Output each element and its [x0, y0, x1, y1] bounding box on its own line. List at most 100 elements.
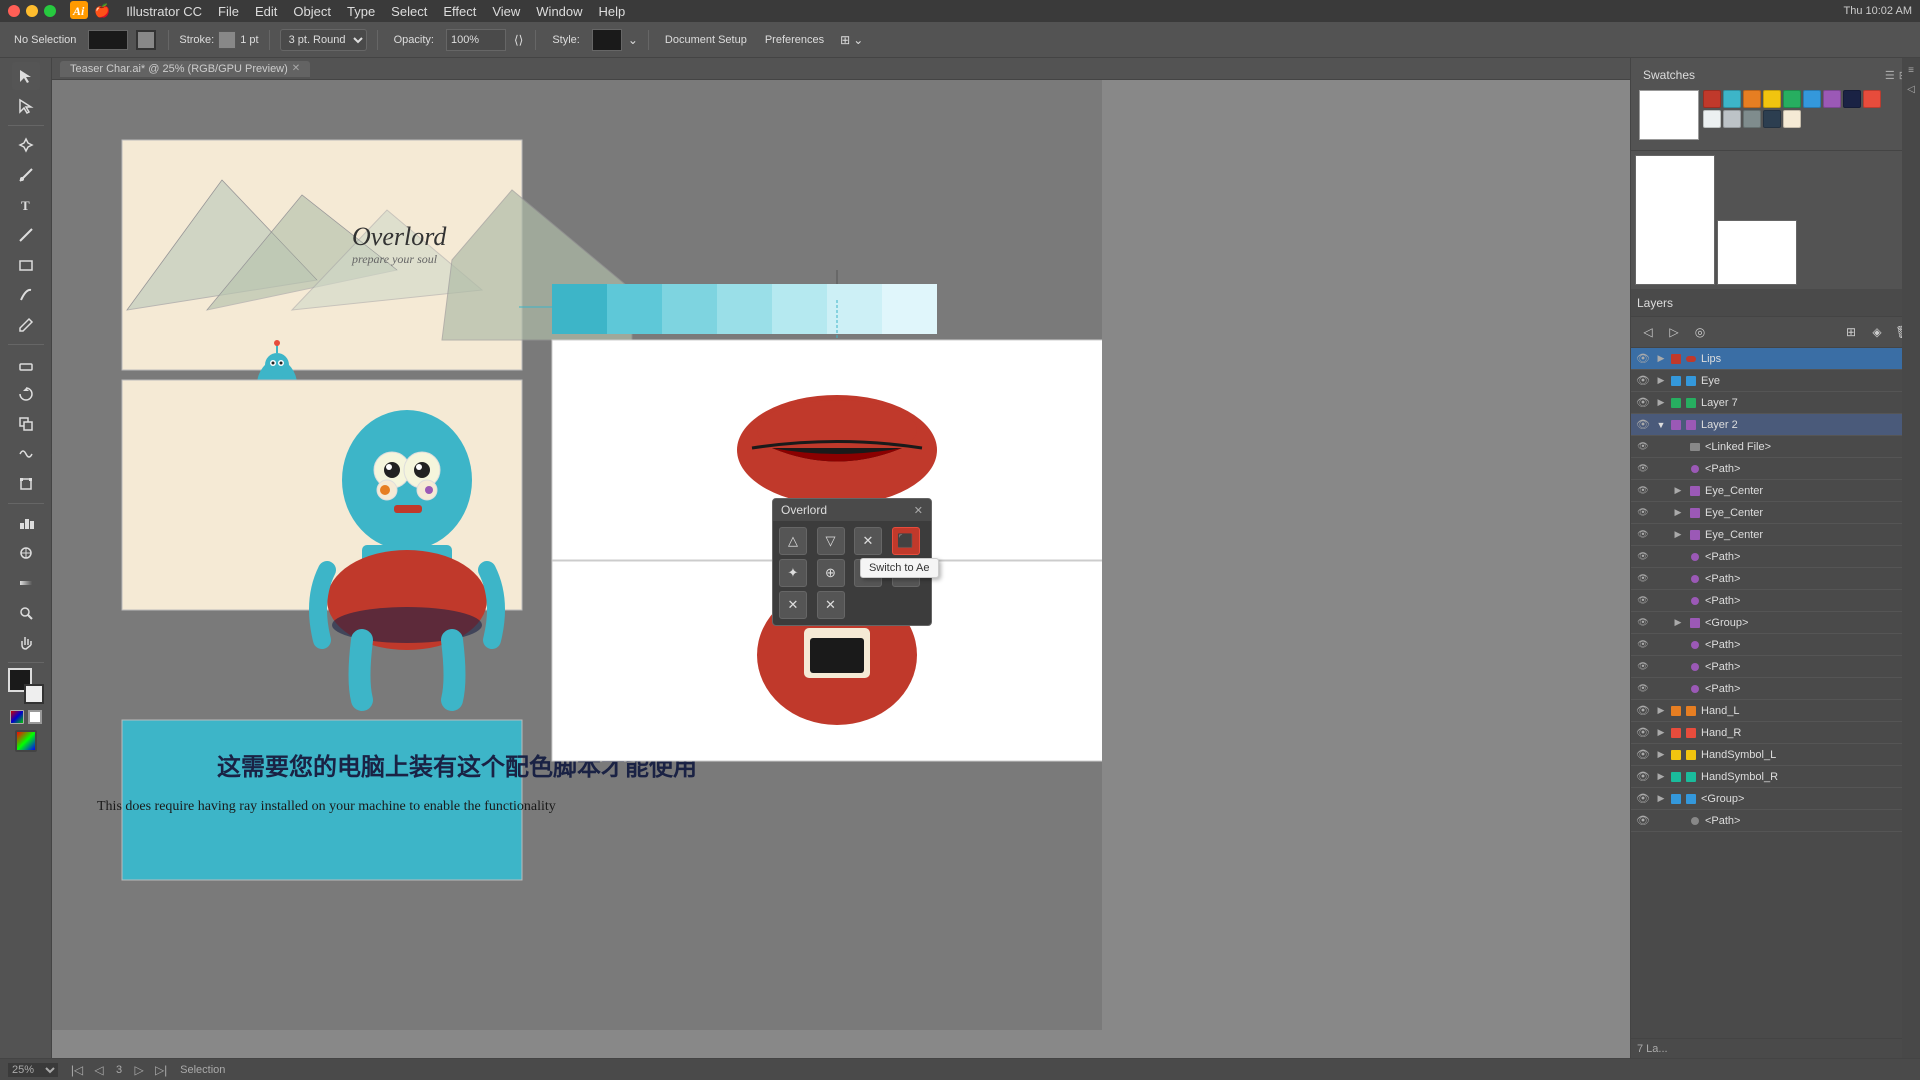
props-tab-1[interactable]: ≡: [1903, 62, 1919, 78]
layer-eye-center1[interactable]: 👁 ▶ Eye_Center: [1631, 480, 1920, 502]
menu-select[interactable]: Select: [391, 4, 427, 19]
style-arrow[interactable]: ⌄: [628, 33, 638, 47]
layer-path7[interactable]: 👁 <Path>: [1631, 678, 1920, 700]
color-mode-btn[interactable]: [10, 710, 24, 724]
layer-path1[interactable]: 👁 <Path>: [1631, 458, 1920, 480]
select-tool[interactable]: [12, 62, 40, 90]
brush-selector[interactable]: 3 pt. Round: [280, 29, 367, 51]
maximize-button[interactable]: [44, 5, 56, 17]
arrange-controls[interactable]: ⊞ ⌄: [840, 33, 863, 47]
eye-path2[interactable]: 👁: [1635, 549, 1651, 565]
layer-handsymbol-r[interactable]: 👁 ▶ HandSymbol_R: [1631, 766, 1920, 788]
swatch-lightred[interactable]: [1863, 90, 1881, 108]
eye-layer2[interactable]: 👁: [1635, 417, 1651, 433]
swatches-title[interactable]: Swatches ☰ ⊞: [1637, 64, 1914, 86]
layers-new-btn[interactable]: ⊞: [1840, 321, 1862, 343]
menu-type[interactable]: Type: [347, 4, 375, 19]
layer-eye-center3[interactable]: 👁 ▶ Eye_Center: [1631, 524, 1920, 546]
layer-path6[interactable]: 👁 <Path>: [1631, 656, 1920, 678]
next-page-btn[interactable]: ▷: [130, 1061, 148, 1079]
rotate-tool[interactable]: [12, 380, 40, 408]
swatch-lightgray[interactable]: [1703, 110, 1721, 128]
swatch-large-preview[interactable]: [1639, 90, 1699, 140]
swatch-red[interactable]: [1703, 90, 1721, 108]
swatch-teal[interactable]: [1723, 90, 1741, 108]
overlord-cross1[interactable]: ✕: [779, 591, 807, 619]
free-transform-tool[interactable]: [12, 470, 40, 498]
eye-path7[interactable]: 👁: [1635, 681, 1651, 697]
eye-layer7[interactable]: 👁: [1635, 395, 1651, 411]
eye-path3[interactable]: 👁: [1635, 571, 1651, 587]
layer-path5[interactable]: 👁 <Path>: [1631, 634, 1920, 656]
preferences-button[interactable]: Preferences: [759, 32, 830, 48]
brush-tool[interactable]: [12, 281, 40, 309]
layer-path2[interactable]: 👁 <Path>: [1631, 546, 1920, 568]
overlord-active-btn[interactable]: ⬛ Switch to Ae: [892, 527, 920, 555]
arrow-hsl[interactable]: ▶: [1654, 748, 1668, 762]
overlord-panel-header[interactable]: Overlord ✕: [773, 499, 931, 521]
eye-path5[interactable]: 👁: [1635, 637, 1651, 653]
overlord-x-btn[interactable]: ✕: [854, 527, 882, 555]
overlord-close[interactable]: ✕: [914, 504, 923, 517]
menu-illustrator[interactable]: Illustrator CC: [126, 4, 202, 19]
eye-hsl[interactable]: 👁: [1635, 747, 1651, 763]
arrow-ec2[interactable]: ▶: [1671, 506, 1685, 520]
none-color-btn[interactable]: [28, 710, 42, 724]
arrow-layer7[interactable]: ▶: [1654, 396, 1668, 410]
overlord-triangle-down[interactable]: ▽: [817, 527, 845, 555]
arrow-hsr[interactable]: ▶: [1654, 770, 1668, 784]
eye-pathlast[interactable]: 👁: [1635, 813, 1651, 829]
arrow-eye[interactable]: ▶: [1654, 374, 1668, 388]
layer-lips[interactable]: 👁 ▶ Lips: [1631, 348, 1920, 370]
layer-hand-r[interactable]: 👁 ▶ Hand_R: [1631, 722, 1920, 744]
swatch-green[interactable]: [1783, 90, 1801, 108]
main-canvas[interactable]: Overlord prepare your soul: [52, 80, 1102, 1030]
menu-object[interactable]: Object: [293, 4, 331, 19]
eye-path1[interactable]: 👁: [1635, 461, 1651, 477]
close-button[interactable]: [8, 5, 20, 17]
stroke-color[interactable]: [136, 30, 156, 50]
overlord-window-controls[interactable]: ✕: [914, 504, 923, 517]
gradient-tool[interactable]: [12, 569, 40, 597]
opacity-arrows[interactable]: ⟨⟩: [514, 33, 523, 47]
menu-file[interactable]: File: [218, 4, 239, 19]
swatch-purple[interactable]: [1823, 90, 1841, 108]
overlord-gear-btn[interactable]: ⊕: [817, 559, 845, 587]
hand-tool[interactable]: [12, 629, 40, 657]
eye-group2[interactable]: 👁: [1635, 791, 1651, 807]
arrow-layer2[interactable]: ▼: [1654, 418, 1668, 432]
overlord-star-btn[interactable]: ✦: [779, 559, 807, 587]
anchor-tool[interactable]: [12, 161, 40, 189]
overlord-cross2[interactable]: ✕: [817, 591, 845, 619]
menu-apple[interactable]: 🍎: [94, 3, 110, 19]
zoom-tool[interactable]: [12, 599, 40, 627]
minimize-button[interactable]: [26, 5, 38, 17]
eye-group1[interactable]: 👁: [1635, 615, 1651, 631]
zoom-select[interactable]: 25%: [8, 1063, 58, 1077]
pencil-tool[interactable]: [12, 311, 40, 339]
eye-handr[interactable]: 👁: [1635, 725, 1651, 741]
layer-group1[interactable]: 👁 ▶ <Group>: [1631, 612, 1920, 634]
arrow-lips[interactable]: ▶: [1654, 352, 1668, 366]
layers-expand-btn[interactable]: ▷: [1663, 321, 1685, 343]
type-tool[interactable]: T: [12, 191, 40, 219]
props-tab-2[interactable]: ◁: [1903, 81, 1919, 97]
document-tab[interactable]: Teaser Char.ai* @ 25% (RGB/GPU Preview) …: [60, 61, 310, 77]
swatch-cream[interactable]: [1783, 110, 1801, 128]
menu-edit[interactable]: Edit: [255, 4, 277, 19]
layers-list[interactable]: 👁 ▶ Lips 👁 ▶ Eye: [1631, 348, 1920, 1038]
eye-handl[interactable]: 👁: [1635, 703, 1651, 719]
tab-close-btn[interactable]: ✕: [292, 63, 300, 74]
scale-tool[interactable]: [12, 410, 40, 438]
direct-select-tool[interactable]: [12, 92, 40, 120]
swatch-darkblue[interactable]: [1843, 90, 1861, 108]
swatch-darkgray[interactable]: [1743, 110, 1761, 128]
prev-page-btn[interactable]: |◁: [68, 1061, 86, 1079]
opacity-value[interactable]: 100%: [446, 29, 506, 51]
fill-color[interactable]: [88, 30, 128, 50]
swatch-gray[interactable]: [1723, 110, 1741, 128]
mesh-tool[interactable]: [12, 539, 40, 567]
last-page-btn[interactable]: ▷|: [152, 1061, 170, 1079]
menu-effect[interactable]: Effect: [443, 4, 476, 19]
swatch-orange[interactable]: [1743, 90, 1761, 108]
